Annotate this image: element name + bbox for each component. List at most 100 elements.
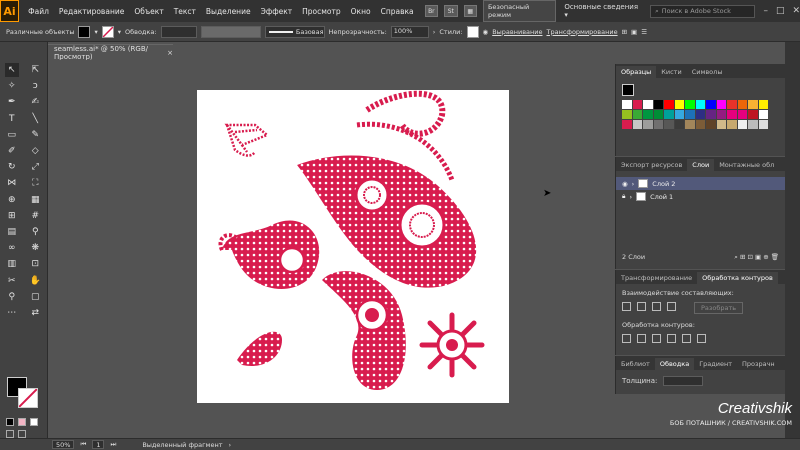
panel-dock-scrollbar[interactable]	[785, 42, 800, 438]
swatch[interactable]	[664, 100, 674, 109]
zoom-tool-icon[interactable]: ⚲	[5, 290, 19, 304]
magic-wand-tool-icon[interactable]: ✧	[5, 79, 19, 93]
swatch[interactable]	[685, 120, 695, 129]
artboard-tool-icon[interactable]: ⊡	[28, 257, 42, 271]
eye-icon[interactable]: ◉	[622, 180, 628, 188]
isolate-icon[interactable]: ▣	[631, 28, 637, 36]
align-link[interactable]: Выравнивание	[492, 28, 542, 36]
stock-icon[interactable]: St	[444, 5, 458, 17]
status-info[interactable]: Выделенный фрагмент	[142, 441, 222, 449]
layer-row[interactable]: 🔒︎ › Слой 1	[616, 190, 785, 203]
symbol-sprayer-tool-icon[interactable]: ❋	[28, 241, 42, 255]
free-transform-tool-icon[interactable]: ⛶	[28, 176, 42, 190]
swatch[interactable]	[737, 100, 747, 109]
swatch[interactable]	[622, 110, 632, 119]
hand-tool-icon[interactable]: ✋	[28, 274, 42, 288]
type-tool-icon[interactable]: T	[5, 112, 19, 126]
menu-view[interactable]: Просмотр	[297, 7, 346, 16]
left-paisley-motif[interactable]	[218, 220, 320, 289]
swatch[interactable]	[706, 100, 716, 109]
transform-link[interactable]: Трансформирование	[546, 28, 617, 36]
swatch[interactable]	[643, 110, 653, 119]
opacity-input[interactable]: 100%	[390, 25, 429, 38]
swatch[interactable]	[674, 100, 684, 109]
artboard[interactable]	[197, 90, 509, 403]
document-tab[interactable]: seamless.ai* @ 50% (RGB/Просмотр) ×	[48, 44, 173, 61]
menu-effect[interactable]: Эффект	[256, 7, 298, 16]
artboard-number-input[interactable]: 1	[92, 440, 105, 449]
screen-mode-icon[interactable]	[18, 430, 26, 438]
bridge-icon[interactable]: Br	[424, 5, 439, 17]
swatch[interactable]	[653, 100, 663, 109]
tab-gradient[interactable]: Градиент	[694, 358, 737, 370]
swatch[interactable]	[685, 110, 695, 119]
swatch[interactable]	[695, 100, 705, 109]
recolor-icon[interactable]: ◉	[483, 28, 489, 36]
menu-window[interactable]: Окно	[346, 7, 376, 16]
trim-icon[interactable]	[637, 334, 646, 343]
none-mode-icon[interactable]	[30, 418, 38, 426]
rotate-tool-icon[interactable]: ↻	[5, 160, 19, 174]
swatch[interactable]	[632, 120, 642, 129]
direct-selection-tool-icon[interactable]: ⇱	[28, 63, 42, 77]
eyedropper-tool-icon[interactable]: ⚲	[28, 225, 42, 239]
small-paisley-motif[interactable]	[237, 331, 282, 366]
menu-object[interactable]: Объект	[129, 7, 168, 16]
column-graph-tool-icon[interactable]: ▥	[5, 257, 19, 271]
layer-name[interactable]: Слой 1	[650, 193, 673, 201]
menu-file[interactable]: Файл	[23, 7, 54, 16]
tab-pathfinder[interactable]: Обработка контуров	[697, 272, 778, 284]
swatch[interactable]	[664, 120, 674, 129]
first-artboard-icon[interactable]: ⏮	[80, 440, 86, 449]
live-paint-tool-icon[interactable]: ▦	[28, 193, 42, 207]
swatch[interactable]	[622, 120, 632, 129]
width-tool-icon[interactable]: ⋈	[5, 176, 19, 190]
swatch[interactable]	[737, 120, 747, 129]
stroke-label[interactable]: Обводка:	[125, 28, 157, 36]
swatch[interactable]	[716, 110, 726, 119]
edit-toolbar-icon[interactable]: ⋯	[5, 306, 19, 320]
gradient-mode-icon[interactable]	[18, 418, 26, 426]
minus-back-icon[interactable]	[697, 334, 706, 343]
perspective-grid-tool-icon[interactable]: ⊞	[5, 209, 19, 223]
close-tab-icon[interactable]: ×	[167, 49, 173, 57]
arrange-documents-icon[interactable]: ▦	[463, 5, 477, 17]
swatch[interactable]	[695, 120, 705, 129]
intersect-icon[interactable]	[652, 302, 661, 311]
swatch[interactable]	[664, 110, 674, 119]
panel-menu-icon[interactable]: ☰	[641, 28, 647, 36]
unite-icon[interactable]	[622, 302, 631, 311]
middle-paisley-motif[interactable]	[322, 271, 406, 390]
selection-tool-icon[interactable]: ↖	[4, 63, 19, 78]
chevron-down-icon[interactable]: ▾	[118, 28, 121, 36]
swatch[interactable]	[758, 120, 768, 129]
mesh-tool-icon[interactable]: #	[28, 209, 42, 223]
slice-tool-icon[interactable]: ✂	[5, 274, 19, 288]
workspace-switcher[interactable]: Основные сведения ▾	[564, 3, 640, 19]
tab-transform[interactable]: Трансформирование	[616, 272, 697, 284]
swatch[interactable]	[748, 120, 758, 129]
tab-asset-export[interactable]: Экспорт ресурсов	[616, 159, 687, 171]
outline-icon[interactable]	[682, 334, 691, 343]
merge-icon[interactable]	[652, 334, 661, 343]
swatch[interactable]	[748, 110, 758, 119]
swatch[interactable]	[737, 110, 747, 119]
tab-artboards[interactable]: Монтажные обл	[714, 159, 779, 171]
divide-icon[interactable]	[622, 334, 631, 343]
zoom-select[interactable]: 50%	[52, 440, 75, 449]
current-fill-swatch[interactable]	[622, 84, 634, 96]
eraser-tool-icon[interactable]: ◇	[28, 144, 42, 158]
tab-layers[interactable]: Слои	[687, 159, 715, 171]
tab-swatches[interactable]: Образцы	[616, 66, 657, 78]
sun-flower-motif[interactable]	[419, 312, 485, 378]
swatch[interactable]	[716, 120, 726, 129]
swatch[interactable]	[643, 100, 653, 109]
swatch[interactable]	[674, 120, 684, 129]
swatch[interactable]	[706, 110, 716, 119]
leaf-motif[interactable]	[224, 123, 270, 157]
expand-button[interactable]: Разобрать	[694, 302, 744, 314]
swatch[interactable]	[748, 100, 758, 109]
paintbrush-tool-icon[interactable]: ✎	[28, 128, 42, 142]
swatch[interactable]	[758, 110, 768, 119]
swatch[interactable]	[727, 100, 737, 109]
